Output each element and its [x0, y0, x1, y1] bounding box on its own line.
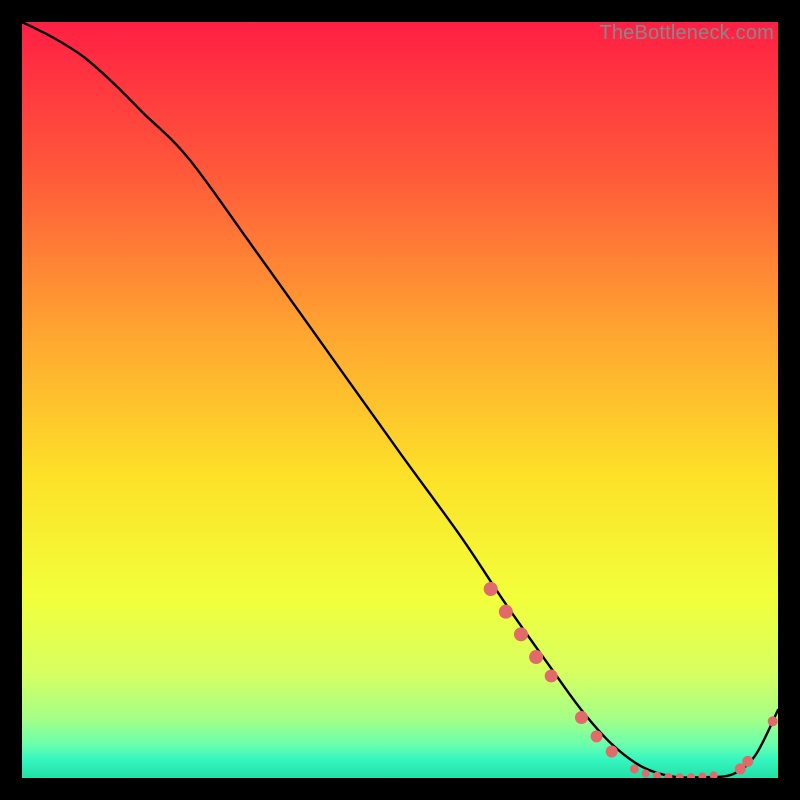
highlight-dot — [514, 627, 528, 641]
chart-background — [22, 22, 778, 778]
highlight-dot — [484, 582, 498, 596]
highlight-dot — [742, 756, 753, 767]
highlight-dot — [575, 711, 588, 724]
watermark-text: TheBottleneck.com — [599, 22, 774, 45]
highlight-dot — [642, 769, 650, 777]
highlight-dot — [499, 605, 513, 619]
highlight-dot — [630, 764, 639, 773]
highlight-dot — [591, 730, 603, 742]
highlight-dot — [768, 716, 778, 726]
highlight-dot — [529, 650, 543, 664]
highlight-dot — [545, 669, 558, 682]
chart-frame: TheBottleneck.com — [22, 22, 778, 778]
highlight-dot — [606, 746, 618, 758]
chart-svg — [22, 22, 778, 778]
